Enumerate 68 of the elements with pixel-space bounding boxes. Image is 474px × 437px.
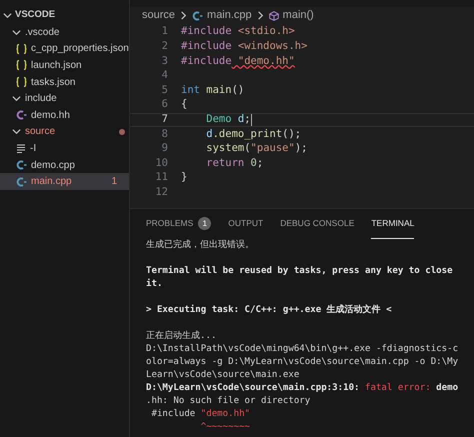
line-number: 3: [160, 54, 169, 69]
terminal-line: > Executing task: C/C++: g++.exe 生成活动文件 <: [146, 305, 392, 315]
terminal-line: it.: [146, 279, 162, 289]
c-file-icon: [16, 110, 27, 120]
braces-icon: [16, 60, 27, 70]
file-item[interactable]: tasks.json: [0, 74, 129, 90]
line-number: 8: [160, 126, 169, 142]
terminal-line: D:\InstallPath\vsCode\mingw64\bin\g++.exe -fdiagnostics-c: [146, 344, 458, 354]
folder-item[interactable]: source: [0, 124, 129, 140]
c-file-icon: [16, 160, 27, 170]
code-line: d.demo_print();: [205, 126, 302, 142]
code-line: }: [181, 170, 188, 186]
code-line: return 0;: [205, 156, 264, 171]
line-number: 12: [154, 184, 169, 200]
code-line: int main(): [181, 82, 244, 98]
line-number: 6: [160, 97, 169, 112]
problem-count: 1: [111, 175, 117, 190]
folder-item[interactable]: include: [0, 90, 129, 107]
line-number: 5: [160, 82, 169, 98]
chevron-icon: [256, 11, 265, 20]
code-line: system("pause");: [205, 141, 308, 156]
terminal-line: olor=always -g D:\MyLearn\vsCode\source\main.cpp -o D:\My: [146, 357, 458, 367]
code-line: #include <windows.h>: [181, 39, 308, 54]
file-item[interactable]: demo.hh: [0, 106, 129, 124]
terminal-line: 生成已完成，但出现错误。: [146, 240, 254, 250]
breadcrumb-item[interactable]: main(): [282, 7, 314, 24]
folder-item[interactable]: .vscode: [0, 24, 129, 41]
breadcrumb-item[interactable]: main.cpp: [207, 7, 252, 24]
breadcrumb-item[interactable]: source: [142, 7, 176, 24]
cube-icon: [268, 10, 279, 20]
c-file-icon: [16, 176, 27, 187]
file-item[interactable]: -I: [0, 140, 129, 157]
panel-tab[interactable]: DEBUG CONSOLE: [280, 209, 354, 239]
terminal-line: Learn\vsCode\source\main.exe: [146, 370, 300, 380]
braces-icon: [16, 77, 27, 88]
line-number: 4: [160, 68, 169, 84]
terminal-line: #include "demo.hh": [150, 409, 250, 419]
file-item[interactable]: demo.cpp: [0, 156, 129, 174]
panel-tab[interactable]: PROBLEMS 1: [146, 209, 212, 239]
terminal-line: 正在启动生成...: [146, 331, 216, 341]
code-line: #include "demo.hh": [181, 54, 295, 69]
terminal-line: .hh: No such file or directory: [146, 396, 310, 406]
file-item[interactable]: c_cpp_properties.json: [0, 40, 129, 58]
file-item[interactable]: launch.json: [0, 57, 129, 74]
line-number: 11: [154, 170, 169, 186]
chevron-icon: [12, 94, 21, 104]
explorer-header[interactable]: VSCODE: [0, 7, 129, 24]
terminal-line: D:\MyLearn\vsCode\source\main.cpp:3:10: fatal error: demo: [146, 383, 458, 393]
panel-tab[interactable]: OUTPUT: [228, 209, 264, 239]
c-file-icon: [192, 10, 204, 20]
panel-tab[interactable]: TERMINAL: [371, 209, 414, 239]
line-number: 7: [160, 112, 169, 127]
terminal-line: ^~~~~~~~~: [200, 422, 250, 432]
code-line: {: [181, 97, 188, 112]
text-cursor: [250, 114, 252, 126]
line-number: 10: [154, 156, 169, 171]
code-line: Demo d;: [205, 112, 251, 127]
code-line: #include <stdio.h>: [181, 24, 295, 40]
file-item[interactable]: main.cpp 1: [0, 173, 129, 190]
terminal-line: Terminal will be reused by tasks, press any key to close: [146, 266, 453, 276]
line-number: 9: [160, 141, 169, 156]
lines-icon: [16, 144, 26, 153]
chevron-icon: [179, 11, 188, 20]
line-number: 1: [160, 24, 169, 40]
line-number: 2: [160, 39, 169, 54]
problem-count: 1: [198, 217, 212, 230]
chevron-icon: [12, 127, 21, 136]
braces-icon: [16, 44, 27, 54]
